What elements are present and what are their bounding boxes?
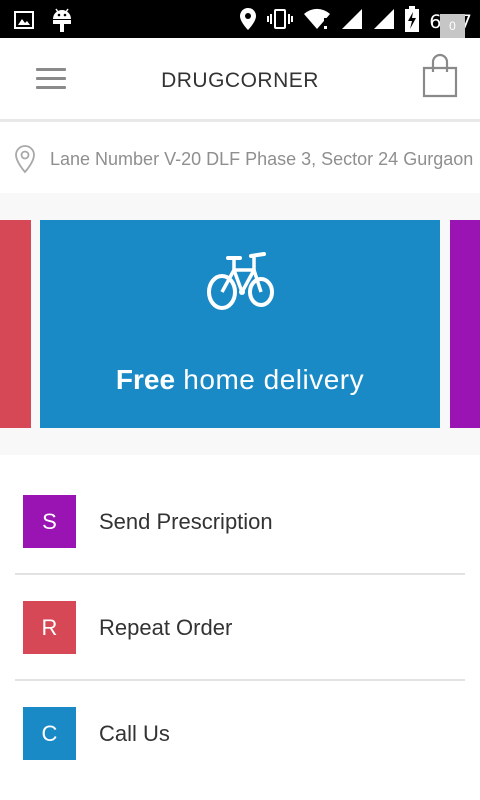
app-bar: DRUGCORNER — [0, 38, 480, 122]
app-title: DRUGCORNER — [161, 69, 319, 92]
carousel-slide-free-delivery[interactable]: Free home delivery — [40, 220, 440, 428]
signal-icon — [341, 8, 363, 35]
repeat-order-label: Repeat Order — [99, 615, 233, 640]
wifi-icon — [303, 8, 331, 35]
banner-headline-bold: Free — [115, 364, 176, 395]
android-icon — [50, 7, 74, 38]
call-us-initial: C — [23, 707, 76, 760]
send-prescription-item[interactable]: S Send Prescription — [0, 455, 480, 561]
carousel-slide-previous[interactable] — [0, 220, 31, 428]
repeat-order-item[interactable]: R Repeat Order — [0, 561, 480, 667]
battery-charging-icon — [405, 6, 420, 37]
banner-headline: Free home delivery — [40, 364, 440, 396]
delivery-address-text: Lane Number V-20 DLF Phase 3, Sector 24 … — [50, 149, 474, 169]
status-bar: 6:47 — [0, 0, 480, 38]
send-prescription-label: Send Prescription — [99, 509, 273, 534]
banner-carousel[interactable]: Free home delivery — [0, 193, 480, 455]
signal-icon — [373, 8, 395, 35]
image-icon — [14, 10, 34, 35]
banner-headline-rest: home delivery — [175, 364, 365, 395]
send-prescription-initial: S — [23, 495, 76, 548]
carousel-slide-next[interactable] — [450, 220, 480, 428]
map-pin-icon — [14, 144, 36, 179]
location-icon — [239, 7, 257, 36]
cart-count-badge: 0 — [440, 14, 465, 38]
action-list: S Send Prescription R Repeat Order C Cal… — [0, 455, 480, 773]
repeat-order-initial: R — [23, 601, 76, 654]
bicycle-icon — [206, 250, 276, 317]
shopping-bag-icon[interactable] — [422, 52, 466, 102]
delivery-address-bar[interactable]: Lane Number V-20 DLF Phase 3, Sector 24 … — [0, 125, 480, 193]
call-us-item[interactable]: C Call Us — [0, 667, 480, 773]
vibrate-icon — [267, 8, 294, 35]
call-us-label: Call Us — [99, 721, 170, 746]
